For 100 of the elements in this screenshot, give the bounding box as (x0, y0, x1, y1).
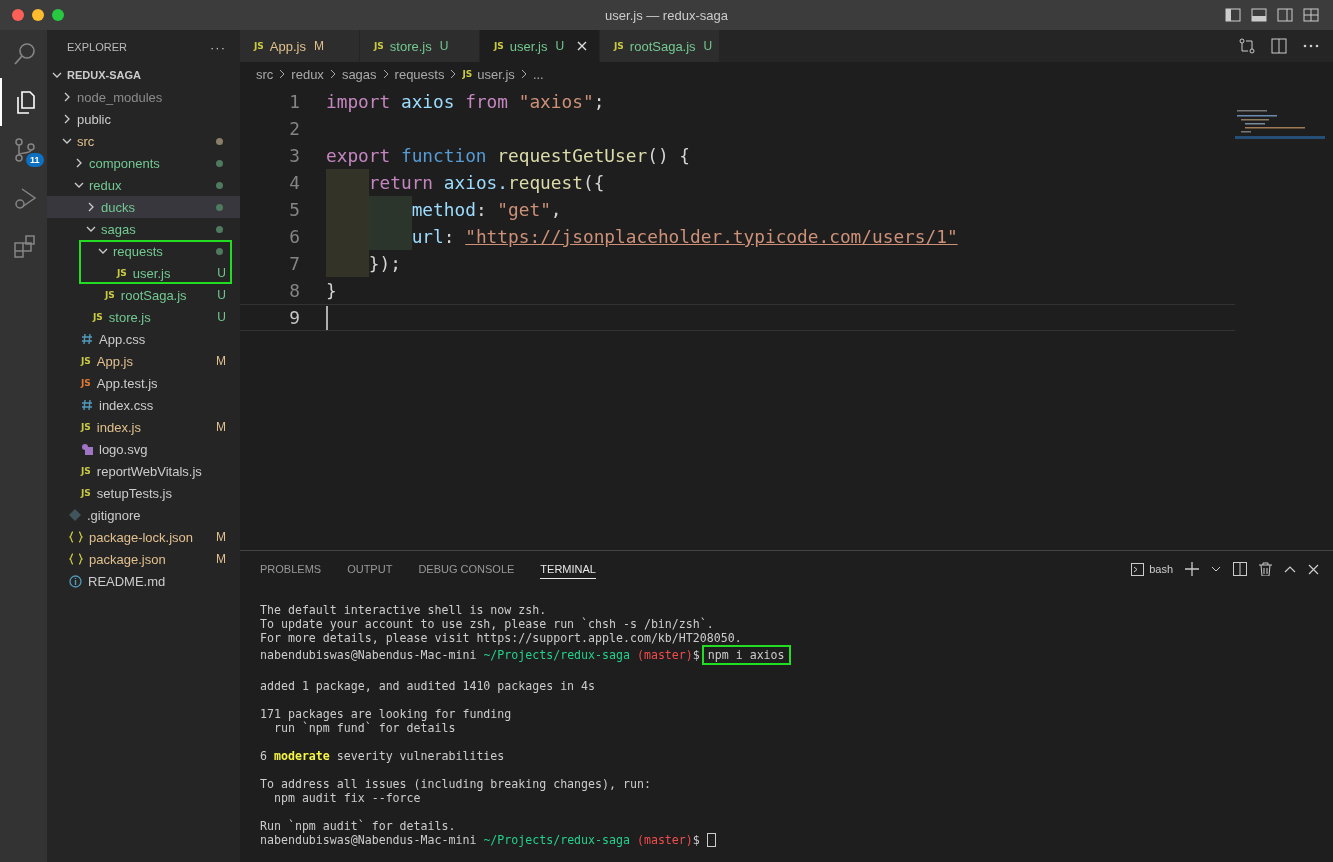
panel-tab[interactable]: PROBLEMS (260, 559, 322, 579)
breadcrumb-item[interactable]: user.js (477, 66, 515, 82)
code-token: : (475, 198, 488, 222)
terminal-text: npm audit fix --force (272, 791, 421, 805)
terminal-text: Run `npm audit` for details. (260, 819, 456, 833)
tree-item[interactable]: JS store.js U (47, 306, 240, 328)
tree-item[interactable]: JS rootSaga.js U (47, 284, 240, 306)
chevron-up-icon[interactable] (1284, 565, 1296, 573)
add-icon[interactable] (1185, 562, 1199, 576)
file-name: reportWebVitals.js (96, 463, 202, 479)
folder-name[interactable]: REDUX-SAGA (67, 69, 141, 81)
code-token: } (326, 279, 337, 303)
close-icon[interactable] (1308, 563, 1319, 575)
tree-item[interactable]: logo.svg (47, 438, 240, 460)
tree-item[interactable]: public (47, 108, 240, 130)
breadcrumb-item[interactable]: redux (291, 66, 324, 82)
code-token: "https://jsonplaceholder.typicode.com/users/1" (465, 225, 958, 249)
breadcrumb-item[interactable]: requests (394, 66, 445, 82)
layout-icon[interactable] (1303, 8, 1319, 22)
tree-item[interactable]: package.json M (47, 548, 240, 570)
count-badge: 11 (26, 153, 44, 167)
file-name: package.json (89, 551, 166, 567)
tree-item[interactable]: .gitignore (47, 504, 240, 526)
close-window-button[interactable] (12, 9, 24, 21)
terminal-text: 6 (260, 749, 268, 763)
code-token: export (326, 144, 392, 168)
file-name: redux (89, 177, 122, 193)
tree-item[interactable]: App.css (47, 328, 240, 350)
tree-item[interactable]: sagas (47, 218, 240, 240)
more-icon[interactable] (1303, 44, 1319, 48)
tree-item[interactable]: package-lock.json M (47, 526, 240, 548)
more-actions-button[interactable]: ··· (210, 39, 226, 55)
activity-item[interactable]: 11 (0, 126, 47, 174)
close-icon[interactable] (577, 41, 587, 51)
line-number: 8 (288, 280, 300, 301)
sidebar-toggle-icon[interactable] (1225, 8, 1241, 22)
file-name: rootSaga.js (120, 287, 187, 303)
terminal-text: moderate (273, 749, 330, 763)
code-token: "axios" (518, 90, 594, 114)
zoom-window-button[interactable] (52, 9, 64, 21)
tree-item[interactable]: JS setupTests.js (47, 482, 240, 504)
tree-item[interactable]: node_modules (47, 86, 240, 108)
editor-tab[interactable]: JS user.js U (480, 30, 600, 62)
compare-icon[interactable] (1239, 38, 1255, 54)
editor-tab[interactable]: JS store.js U (360, 30, 480, 62)
line-number: 9 (288, 307, 300, 328)
breadcrumb-item[interactable]: src (256, 66, 274, 82)
minimize-window-button[interactable] (32, 9, 44, 21)
chevron-icon (278, 69, 287, 79)
panel-tab[interactable]: DEBUG CONSOLE (418, 559, 515, 579)
tree-item[interactable]: requests (79, 240, 232, 262)
tree-item[interactable]: JS reportWebVitals.js (47, 460, 240, 482)
tree-item[interactable]: JS index.js M (47, 416, 240, 438)
caret-icon[interactable] (1211, 565, 1221, 573)
git-status: U (217, 266, 226, 280)
line-number: 2 (288, 118, 300, 139)
file-name: public (77, 111, 111, 127)
extensions-icon (11, 233, 38, 259)
braces-icon (69, 553, 83, 565)
line-number: 4 (288, 172, 300, 193)
panel-tab[interactable]: TERMINAL (540, 559, 596, 579)
terminal-text: $ (692, 833, 700, 847)
tree-item[interactable]: JS App.js M (47, 350, 240, 372)
editor-tab[interactable]: JS rootSaga.js U (600, 30, 720, 62)
panel-toggle-icon[interactable] (1251, 8, 1267, 22)
terminal-text: (master) (635, 648, 693, 662)
code-token: axios. (443, 171, 508, 195)
terminal-text: $ (692, 648, 700, 662)
terminal-text: To address all issues (including breaking changes), run: (260, 777, 651, 791)
info-icon (69, 574, 82, 588)
window-title: user.js — redux-saga (605, 7, 728, 23)
code-token: : (443, 225, 456, 249)
secondary-sidebar-toggle-icon[interactable] (1277, 8, 1293, 22)
terminal-text: ~/Projects/redux-saga (483, 833, 630, 847)
chevron-icon (449, 69, 458, 79)
file-name: logo.svg (99, 441, 148, 457)
tree-item[interactable]: index.css (47, 394, 240, 416)
split-terminal-icon[interactable] (1233, 562, 1247, 576)
terminal-selector[interactable]: bash (1149, 563, 1173, 575)
editor-tab[interactable]: JS App.js M (240, 30, 360, 62)
file-type-icon: JS (462, 69, 473, 79)
panel-tab[interactable]: OUTPUT (347, 559, 393, 579)
terminal-icon[interactable] (1131, 562, 1145, 576)
tree-item[interactable]: README.md (47, 570, 240, 592)
trash-icon[interactable] (1259, 562, 1272, 576)
line-number: 6 (288, 226, 300, 247)
tree-item[interactable]: redux (47, 174, 240, 196)
file-name: .gitignore (87, 507, 141, 523)
breadcrumb-item[interactable]: sagas (341, 66, 377, 82)
explorer-title: EXPLORER (67, 41, 127, 53)
diamond-icon (69, 509, 81, 521)
breadcrumb-item[interactable]: ... (532, 66, 544, 82)
tree-item[interactable]: ducks (47, 196, 240, 218)
code-token: return (326, 169, 444, 196)
tree-item[interactable]: JS App.test.js (47, 372, 240, 394)
split-editor-icon[interactable] (1271, 38, 1287, 54)
tree-item[interactable]: components (47, 152, 240, 174)
tree-item[interactable]: src (47, 130, 240, 152)
git-status: M (216, 552, 226, 566)
tree-item[interactable]: JS user.js U (79, 262, 232, 284)
